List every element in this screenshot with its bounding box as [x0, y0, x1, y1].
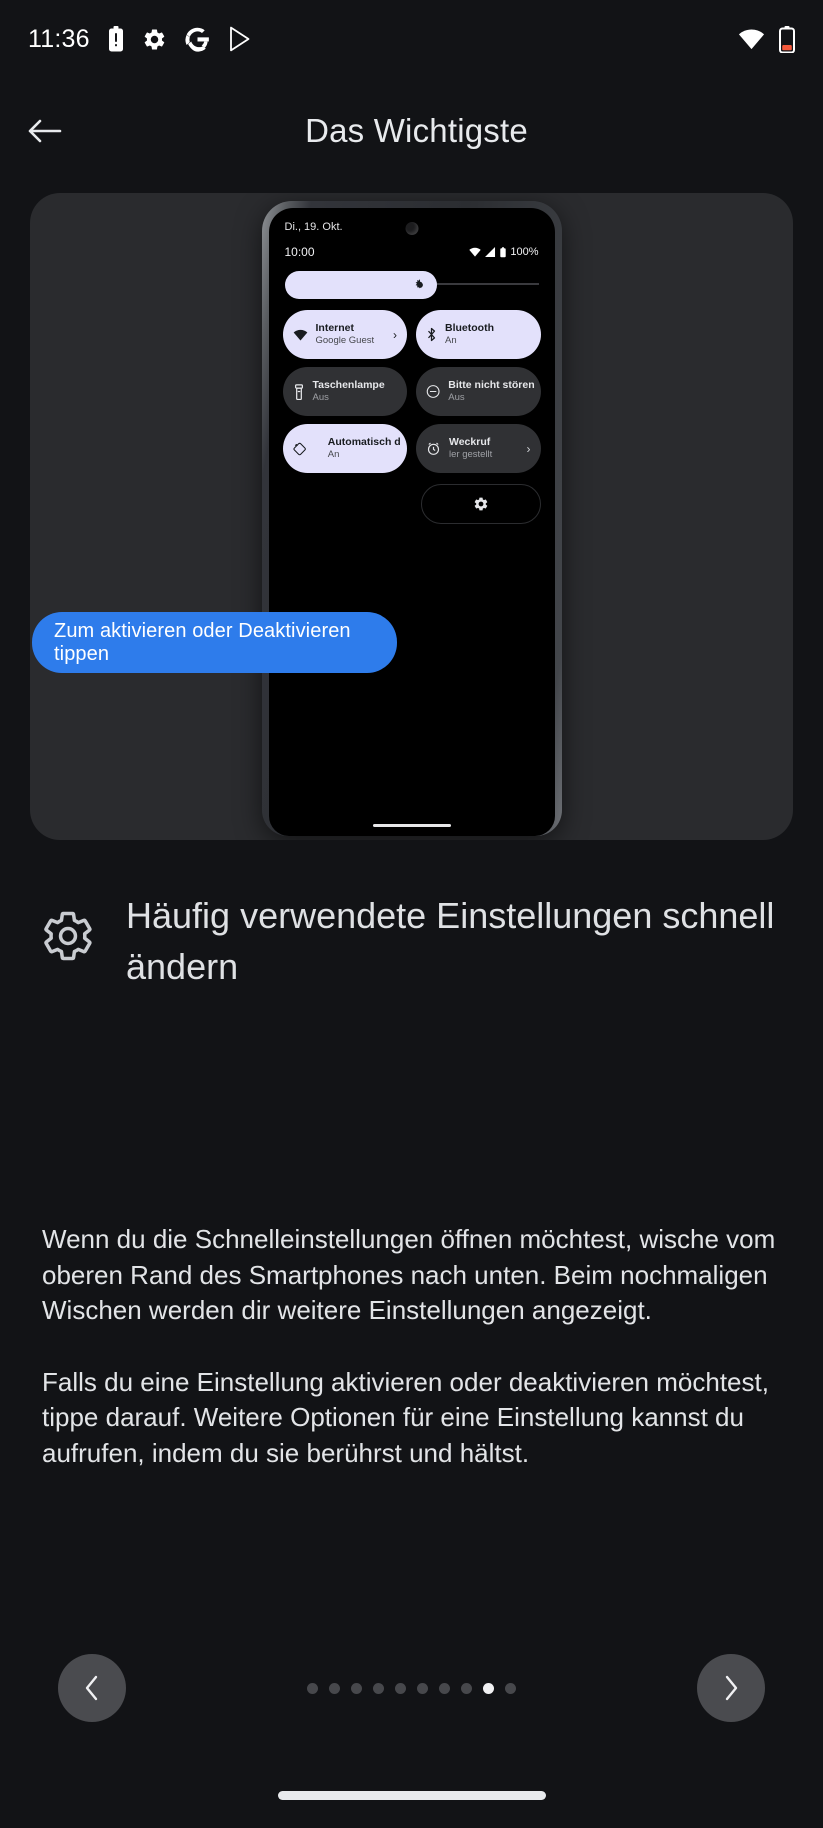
- headline-section: Häufig verwendete Einstellungen schnell …: [40, 890, 800, 992]
- bluetooth-icon: [426, 327, 437, 342]
- tile-internet[interactable]: Internet Google Guest ›: [283, 310, 408, 359]
- preview-battery-icon: [500, 247, 506, 258]
- phone-mockup: Di., 19. Okt. 10:00 100%: [262, 201, 562, 836]
- page-title: Das Wichtigste: [90, 112, 743, 150]
- body-paragraph-1: Wenn du die Schnelleinstellungen öffnen …: [42, 1222, 782, 1329]
- google-g-icon: [185, 27, 210, 52]
- tooltip-callout[interactable]: Zum aktivieren oder Deaktivieren tippen: [32, 612, 397, 673]
- back-button[interactable]: [0, 116, 90, 146]
- tile-subtitle: ler gestellt: [449, 449, 492, 461]
- preview-status-icons: 100%: [469, 246, 538, 258]
- phone-screen: Di., 19. Okt. 10:00 100%: [269, 208, 555, 836]
- quick-settings-tiles: Internet Google Guest › Bluetooth An: [269, 299, 555, 473]
- preview-settings-row: [269, 473, 555, 524]
- status-bar-right: [738, 26, 795, 53]
- tile-row: Internet Google Guest › Bluetooth An: [283, 310, 541, 359]
- tile-title: Bluetooth: [445, 322, 494, 335]
- preview-battery-percent: 100%: [510, 246, 538, 258]
- tile-bluetooth[interactable]: Bluetooth An: [416, 310, 541, 359]
- tile-alarm[interactable]: Weckruf ler gestellt ›: [416, 424, 541, 473]
- tooltip-text: Zum aktivieren oder Deaktivieren tippen: [54, 620, 375, 666]
- tile-row: Taschenlampe Aus Bitte nicht stören Aus: [283, 367, 541, 416]
- tile-title: Internet: [316, 322, 375, 335]
- do-not-disturb-icon: [426, 384, 440, 399]
- page-dot[interactable]: [329, 1683, 340, 1694]
- page-dot[interactable]: [505, 1683, 516, 1694]
- chevron-right-icon: [719, 1673, 743, 1703]
- status-bar: 11:36: [0, 0, 823, 78]
- preview-date: Di., 19. Okt.: [285, 221, 343, 233]
- auto-rotate-icon: [293, 442, 306, 456]
- preview-home-indicator: [373, 824, 451, 828]
- page-dot[interactable]: [417, 1683, 428, 1694]
- tile-subtitle: Aus: [448, 392, 530, 404]
- preview-date-bar: Di., 19. Okt.: [269, 208, 555, 233]
- page-dot[interactable]: [439, 1683, 450, 1694]
- gear-icon: [142, 27, 167, 52]
- preview-status-row: 10:00 100%: [269, 233, 555, 259]
- page-dot[interactable]: [307, 1683, 318, 1694]
- tile-do-not-disturb[interactable]: Bitte nicht stören Aus: [416, 367, 541, 416]
- tile-subtitle: An: [328, 449, 397, 461]
- tile-title: Taschenlampe: [313, 379, 385, 392]
- tile-auto-rotate[interactable]: Automatisch d An: [283, 424, 408, 473]
- brightness-slider[interactable]: [269, 259, 555, 299]
- gear-icon: [40, 908, 96, 969]
- camera-punchhole-icon: [405, 222, 418, 235]
- tile-row: Automatisch d An Weckruf ler gestellt ›: [283, 424, 541, 473]
- preview-signal-icon: [485, 247, 496, 257]
- gear-icon: [473, 496, 489, 512]
- tile-title: Automatisch d: [328, 436, 397, 449]
- bottom-navigation: [0, 1648, 823, 1728]
- page-dot[interactable]: [351, 1683, 362, 1694]
- brightness-icon: [413, 278, 427, 292]
- app-screen: 11:36: [0, 0, 823, 1828]
- app-bar: Das Wichtigste: [0, 85, 823, 177]
- tile-subtitle: An: [445, 335, 494, 347]
- tile-title: Bitte nicht stören: [448, 379, 530, 392]
- next-page-button[interactable]: [697, 1654, 765, 1722]
- chevron-right-icon[interactable]: ›: [393, 328, 397, 342]
- play-store-icon: [228, 26, 252, 52]
- brightness-fill: [285, 271, 437, 299]
- headline-title: Häufig verwendete Einstellungen schnell …: [126, 890, 800, 992]
- hero-illustration-card: Di., 19. Okt. 10:00 100%: [30, 193, 793, 840]
- chevron-left-icon: [80, 1673, 104, 1703]
- wifi-icon: [293, 329, 308, 341]
- previous-page-button[interactable]: [58, 1654, 126, 1722]
- page-dot[interactable]: [373, 1683, 384, 1694]
- preview-wifi-icon: [469, 247, 481, 257]
- system-home-indicator: [278, 1791, 546, 1800]
- page-dot[interactable]: [395, 1683, 406, 1694]
- body-copy: Wenn du die Schnelleinstellungen öffnen …: [42, 1222, 782, 1472]
- alarm-icon: [426, 441, 441, 456]
- body-paragraph-2: Falls du eine Einstellung aktivieren ode…: [42, 1365, 782, 1472]
- tile-title: Weckruf: [449, 436, 492, 449]
- tile-subtitle: Aus: [313, 392, 385, 404]
- preview-clock: 10:00: [285, 245, 315, 259]
- back-arrow-icon: [26, 116, 64, 146]
- chevron-right-icon[interactable]: ›: [527, 442, 531, 456]
- page-dot-active[interactable]: [483, 1683, 494, 1694]
- wifi-icon: [738, 28, 765, 50]
- status-bar-clock: 11:36: [28, 25, 90, 54]
- battery-low-icon: [779, 26, 795, 53]
- preview-settings-button[interactable]: [421, 484, 541, 524]
- flashlight-icon: [293, 384, 305, 400]
- page-indicator-dots: [126, 1683, 697, 1694]
- battery-alert-icon: [108, 26, 124, 52]
- page-dot[interactable]: [461, 1683, 472, 1694]
- tile-flashlight[interactable]: Taschenlampe Aus: [283, 367, 408, 416]
- status-bar-left: 11:36: [28, 25, 252, 54]
- tile-subtitle: Google Guest: [316, 335, 375, 347]
